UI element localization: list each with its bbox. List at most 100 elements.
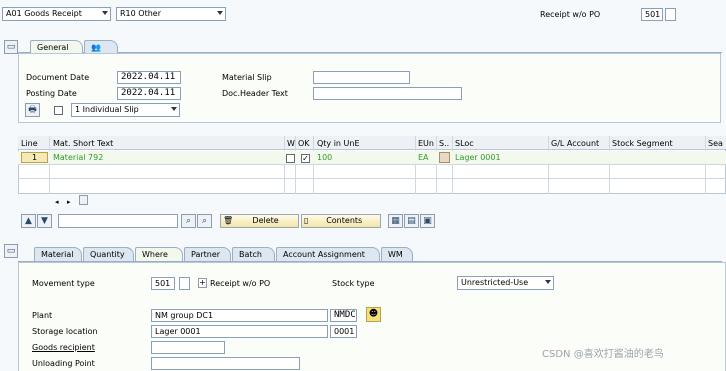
column-s: S.. [439, 139, 450, 148]
plant-field[interactable]: NM group DC1 [151, 309, 328, 322]
print-option-select[interactable]: 1 Individual Slip [71, 103, 180, 117]
goods-recipient-label: Goods recipient [32, 343, 95, 352]
column-sloc: SLoc [455, 139, 474, 148]
tab-general-label: General [37, 43, 69, 52]
material-slip-label: Material Slip [222, 73, 272, 82]
material-slip-field[interactable] [313, 71, 410, 84]
unloading-point-field[interactable] [151, 357, 300, 370]
details-icon[interactable]: ▲ [21, 214, 36, 228]
doc-header-text-label: Doc.Header Text [222, 89, 288, 98]
find-next-icon[interactable]: ⌕ [197, 214, 212, 228]
row-line-number[interactable]: 1 [21, 152, 48, 163]
tab-where[interactable]: Where [135, 247, 183, 261]
row-eun[interactable]: EA [418, 152, 429, 164]
movement-code-field[interactable]: 501 [641, 8, 663, 21]
column-sea: Sea [708, 139, 723, 148]
stock-type-select[interactable]: Unrestricted-Use [457, 276, 554, 290]
scroll-left-icon[interactable]: ◂ [55, 196, 59, 208]
scroll-thumb[interactable] [79, 195, 88, 205]
plus-icon[interactable]: + [198, 278, 207, 288]
unloading-point-label: Unloading Point [32, 359, 95, 368]
stock-status-icon[interactable] [439, 152, 450, 163]
watermark: CSDN @喜欢打酱油的老鸟 [542, 349, 664, 360]
tab-material-label: Material [41, 250, 74, 259]
column-qty: Qty in UnE [317, 139, 360, 148]
delete-button[interactable]: 🗑 Delete [220, 214, 299, 228]
grid-divider [548, 136, 549, 194]
tab-quantity[interactable]: Quantity [83, 247, 134, 261]
storage-location-code-field[interactable]: 0001 [330, 325, 357, 338]
tab-account-assignment-label: Account Assignment [283, 250, 365, 259]
grid-divider [415, 136, 416, 194]
person-icon[interactable]: ☻ [366, 307, 381, 322]
select-all-icon[interactable]: ▤ [404, 214, 419, 228]
movement-type-extra-field[interactable] [179, 277, 190, 290]
posting-date-label: Posting Date [26, 89, 77, 98]
printer-icon[interactable]: 🖶 [25, 103, 40, 117]
tab-wm-label: WM [388, 250, 403, 259]
delete-button-label: Delete [252, 216, 279, 225]
contents-button[interactable]: ▯ Contents [301, 214, 381, 228]
tab-batch[interactable]: Batch [232, 247, 275, 261]
column-stock-segment: Stock Segment [612, 139, 673, 148]
column-w: W [287, 139, 295, 148]
row-sloc[interactable]: Lager 0001 [455, 152, 501, 164]
toggle-detail-icon[interactable]: ▭ [4, 244, 18, 258]
storage-location-field[interactable]: Lager 0001 [151, 325, 328, 338]
plant-label: Plant [32, 311, 53, 320]
doc-header-text-field[interactable] [313, 87, 462, 100]
column-mat-short-text: Mat. Short Text [53, 139, 114, 148]
column-gl-account: G/L Account [551, 139, 600, 148]
movement-type-text: Receipt w/o PO [210, 279, 271, 288]
document-date-field[interactable]: 2022.04.11 [117, 71, 181, 84]
row-ok-checkbox[interactable]: ✓ [301, 154, 310, 163]
print-option-value: 1 Individual Slip [75, 105, 139, 114]
tab-wm[interactable]: WM [381, 247, 413, 261]
trash-icon: 🗑 [223, 216, 234, 225]
tab-quantity-label: Quantity [90, 250, 125, 259]
toggle-header-icon[interactable]: ▭ [4, 40, 18, 54]
movement-type-field[interactable]: 501 [151, 277, 175, 290]
movement-type-label: Movement type [32, 279, 95, 288]
column-line: Line [21, 139, 38, 148]
grid-divider [49, 136, 50, 194]
grid-row-line [18, 164, 726, 165]
document-date-label: Document Date [26, 73, 90, 82]
table-row[interactable] [18, 151, 726, 164]
grid-row-line [18, 178, 726, 179]
filter-icon[interactable]: ▼ [37, 214, 52, 228]
stock-type-value: Unrestricted-Use [461, 278, 529, 287]
tab-account-assignment[interactable]: Account Assignment [276, 247, 380, 261]
export-icon[interactable]: ▣ [420, 214, 435, 228]
grid-divider [295, 136, 296, 194]
column-eun: EUn [418, 139, 434, 148]
goods-recipient-field[interactable] [151, 341, 225, 354]
tab-people[interactable]: 👥 [84, 40, 118, 54]
grid-layout-icon[interactable]: ▦ [388, 214, 403, 228]
find-icon[interactable]: ⌕ [181, 214, 196, 228]
tab-partner[interactable]: Partner [184, 247, 231, 261]
row-w-checkbox[interactable] [286, 154, 295, 163]
scroll-right-icon[interactable]: ▸ [67, 196, 71, 208]
movement-extra-field[interactable] [665, 8, 676, 21]
storage-location-label: Storage location [32, 327, 98, 336]
movement-label: Receipt w/o PO [540, 10, 601, 19]
stock-type-label: Stock type [332, 279, 375, 288]
action-select[interactable]: A01 Goods Receipt [2, 7, 111, 21]
posting-date-field[interactable]: 2022.04.11 [117, 87, 181, 100]
row-qty[interactable]: 100 [317, 152, 332, 164]
reference-select[interactable]: R10 Other [116, 7, 226, 21]
chevron-down-icon [102, 11, 108, 15]
chevron-down-icon [171, 107, 177, 111]
tab-partner-label: Partner [191, 250, 221, 259]
reference-select-value: R10 Other [120, 9, 161, 18]
plant-code-field[interactable]: NMDC [330, 309, 357, 322]
grid-divider [452, 136, 453, 194]
row-material[interactable]: Material 792 [53, 152, 103, 164]
chevron-down-icon [545, 280, 551, 284]
print-checkbox[interactable] [54, 106, 63, 115]
column-ok: OK [298, 139, 310, 148]
tab-general[interactable]: General [30, 40, 83, 54]
tab-material[interactable]: Material [34, 247, 82, 261]
item-search-field[interactable] [58, 214, 178, 228]
